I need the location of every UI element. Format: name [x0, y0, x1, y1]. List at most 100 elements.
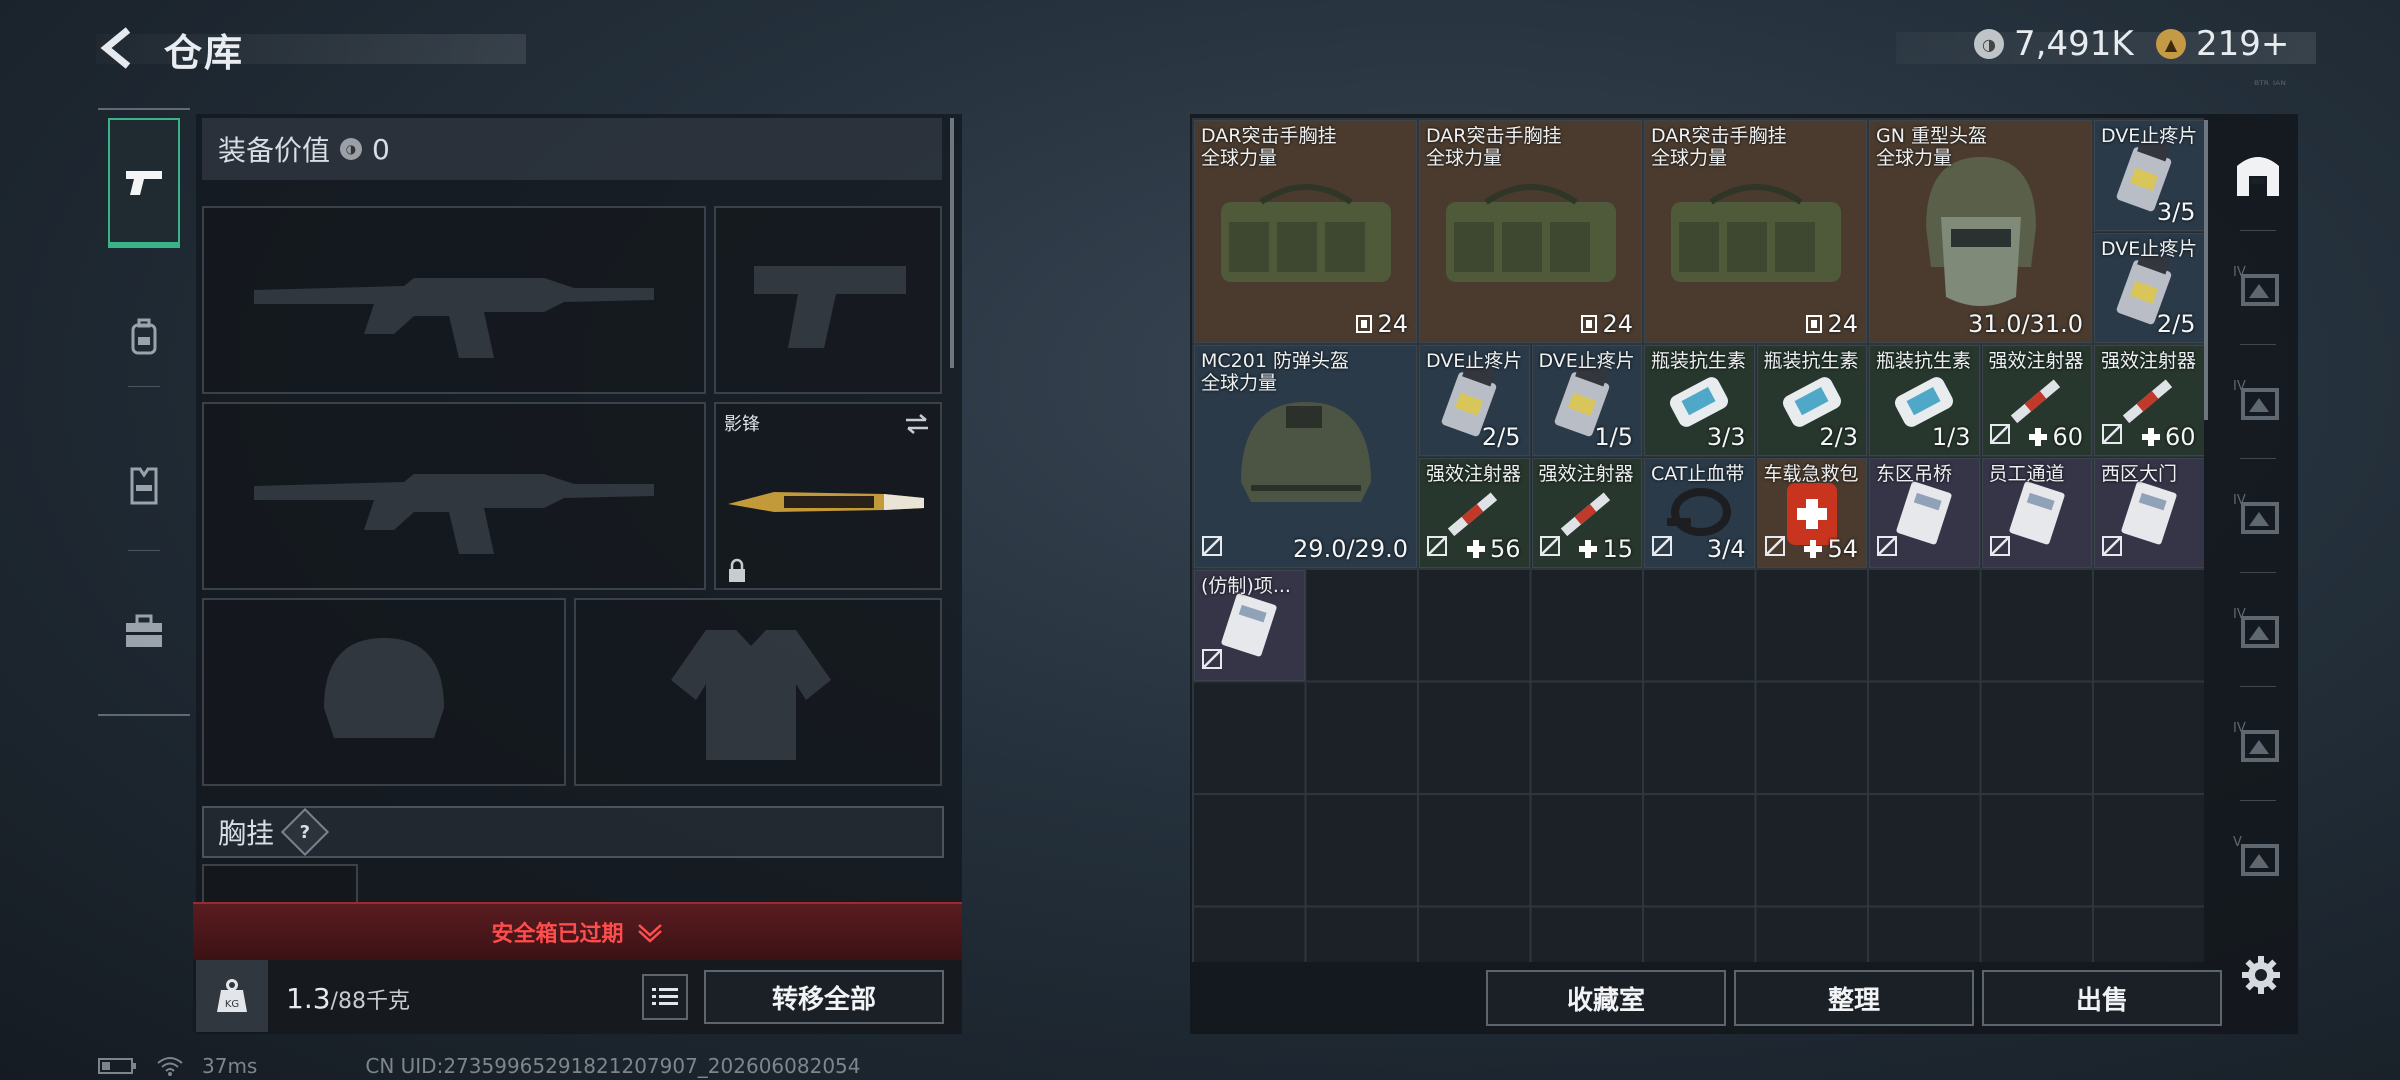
warehouse-scrollbar[interactable] [2204, 120, 2208, 420]
no-insurance-badge [1989, 423, 2011, 449]
item-name: CAT止血带 [1651, 462, 1745, 485]
item-name: 强效注射器 [1426, 462, 1522, 485]
sort-button[interactable]: 整理 [1734, 970, 1974, 1026]
tab-v[interactable]: V [2222, 804, 2294, 914]
backpack-icon [131, 318, 157, 355]
status-bar: 37ms CN UID:27359965291821207907_2026060… [98, 1054, 861, 1078]
page-title: 仓库 [164, 31, 245, 75]
warehouse-item[interactable]: 强效注射器 60 [1981, 345, 2092, 456]
briefcase-icon [126, 614, 162, 647]
warehouse-item[interactable]: 强效注射器 60 [2094, 345, 2204, 456]
sell-button[interactable]: 出售 [1982, 970, 2222, 1026]
item-brand: 全球力量 [1201, 372, 1278, 394]
item-count-value: 56 [1489, 535, 1521, 563]
collection-room-button[interactable]: 收藏室 [1486, 970, 1726, 1026]
currency-tokens[interactable]: ▲ 219+ [2156, 24, 2289, 64]
warehouse-item[interactable]: MC201 防弹头盔 全球力量 29.0/29.0 [1194, 345, 1417, 568]
no-insurance-badge [1201, 648, 1223, 674]
no-insurance-icon [1202, 648, 1222, 669]
item-name: GN 重型头盔 全球力量 [1876, 125, 1987, 169]
item-count: 2/5 [1482, 423, 1521, 451]
warehouse-item[interactable]: 瓶装抗生素 3/3 [1644, 345, 1755, 456]
warehouse-item[interactable]: 西区大门 [2094, 457, 2204, 568]
warehouse-item[interactable]: (仿制)项... [1194, 570, 1305, 681]
tab-iv-4[interactable]: IV [2222, 576, 2294, 686]
no-insurance-badge [1764, 535, 1786, 561]
tab-all[interactable] [2222, 120, 2294, 230]
melee-slot[interactable]: 影锋 [714, 402, 942, 590]
gear-icon [2242, 956, 2280, 994]
side-divider [2240, 800, 2276, 801]
warehouse-item[interactable]: DVE止疼片 2/5 [1419, 345, 1530, 456]
back-button[interactable] [96, 24, 144, 72]
warehouse-item[interactable]: DVE止疼片 2/5 [2094, 232, 2204, 343]
tab-iv-2[interactable]: IV [2222, 348, 2294, 458]
primary-weapon-slot[interactable] [202, 206, 706, 394]
item-count: 2/3 [1819, 423, 1858, 451]
warehouse-item[interactable]: 强效注射器 15 [1531, 457, 1642, 568]
item-count-value: 15 [1602, 535, 1633, 563]
item-count-value: 29.0/29.0 [1293, 535, 1408, 563]
warehouse-item[interactable]: DVE止疼片 1/5 [1531, 345, 1642, 456]
left-rail [98, 108, 190, 716]
warehouse-item[interactable]: DVE止疼片 3/5 [2094, 120, 2204, 231]
top-tiny-text: ᴮᵀᴿ ᴵᴬᴺ [2254, 78, 2286, 92]
tab-iv-5[interactable]: IV [2222, 690, 2294, 800]
item-name: DAR突击手胸挂 全球力量 [1426, 125, 1562, 169]
equipment-value-label: 装备价值 [218, 134, 331, 167]
item-name: 西区大门 [2101, 462, 2178, 485]
armor-slot[interactable] [574, 598, 942, 786]
secondary-weapon-slot[interactable] [202, 402, 706, 590]
warehouse-item[interactable]: 员工通道 [1981, 457, 2092, 568]
item-brand: 全球力量 [1201, 147, 1278, 169]
chest-rig-header: 胸挂 ? [202, 806, 944, 858]
rifle-silhouette-icon [254, 278, 654, 358]
list-view-button[interactable] [642, 974, 688, 1020]
level-v-icon: V [2231, 832, 2285, 886]
item-count-value: 2/5 [1481, 422, 1521, 451]
warehouse-item[interactable]: DAR突击手胸挂 全球力量 24 [1194, 120, 1417, 343]
item-count-value: 24 [1827, 310, 1858, 338]
warehouse-item[interactable]: 瓶装抗生素 1/3 [1869, 345, 1980, 456]
item-count: 60 [2141, 423, 2196, 451]
currency-coins[interactable]: ◑ 7,491K [1974, 24, 2134, 64]
no-insurance-icon [2102, 536, 2122, 556]
rail-tab-backpack[interactable] [108, 272, 180, 402]
no-insurance-badge [1651, 535, 1673, 561]
settings-button[interactable] [2238, 952, 2284, 998]
transfer-all-button[interactable]: 转移全部 [704, 970, 944, 1024]
item-name: DVE止疼片 [1538, 350, 1635, 372]
equipment-value-bar: 装备价值 ◑ 0 [202, 118, 942, 180]
tab-iv-3[interactable]: IV [2222, 462, 2294, 572]
plus-icon [1579, 540, 1598, 558]
warehouse-item[interactable]: 强效注射器 56 [1419, 457, 1530, 568]
svg-text:KG: KG [225, 999, 239, 1010]
item-count-value: 3/3 [1706, 422, 1746, 451]
warehouse-item[interactable]: CAT止血带 3/4 [1644, 457, 1755, 568]
safebox-expired-banner[interactable]: 安全箱已过期 [193, 902, 962, 960]
item-name: 瓶装抗生素 [1876, 350, 1972, 372]
item-name: 员工通道 [1988, 462, 2065, 485]
warehouse-item[interactable]: 东区吊桥 [1869, 457, 1980, 568]
warehouse-item[interactable]: GN 重型头盔 全球力量 31.0/31.0 [1869, 120, 2092, 343]
chest-rig-slot[interactable] [202, 864, 358, 904]
item-count-value: 24 [1602, 310, 1633, 338]
rail-divider [128, 386, 160, 387]
rail-tab-vest[interactable] [108, 420, 180, 550]
warehouse-item[interactable]: 瓶装抗生素 2/3 [1756, 345, 1867, 456]
warehouse-item[interactable]: 车载急救包 54 [1756, 457, 1867, 568]
tokens-amount: 219+ [2196, 24, 2290, 64]
rail-tab-weapons[interactable] [108, 118, 180, 248]
item-name: 东区吊桥 [1876, 462, 1953, 485]
rail-tab-case[interactable] [108, 566, 180, 696]
tab-iv-1[interactable]: IV [2222, 234, 2294, 344]
pistol-slot[interactable] [714, 206, 942, 394]
warehouse-item[interactable]: DAR突击手胸挂 全球力量 24 [1419, 120, 1642, 343]
warehouse-item[interactable]: DAR突击手胸挂 全球力量 24 [1644, 120, 1867, 343]
equipment-scrollbar[interactable] [950, 118, 954, 368]
help-icon[interactable]: ? [280, 807, 330, 857]
melee-name: 影锋 [724, 414, 760, 435]
swap-icon[interactable] [902, 412, 932, 436]
helmet-slot[interactable] [202, 598, 566, 786]
item-name: DVE止疼片 [1426, 350, 1523, 372]
